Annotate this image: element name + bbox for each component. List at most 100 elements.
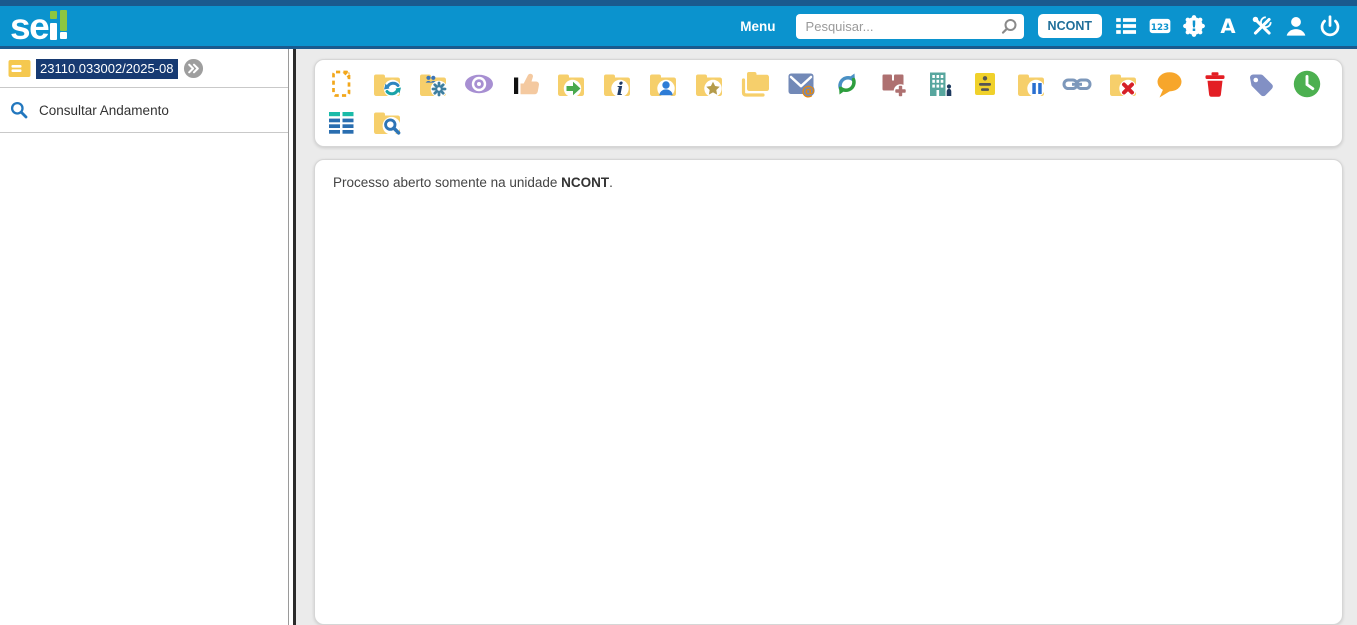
favorite-process-button[interactable] bbox=[693, 68, 725, 100]
panel-list-button[interactable] bbox=[1112, 13, 1139, 40]
folder-refresh-button[interactable] bbox=[371, 68, 403, 100]
delete-process-button[interactable] bbox=[1199, 68, 1231, 100]
tag-process-icon bbox=[1250, 74, 1273, 97]
folder-refresh-icon bbox=[374, 74, 402, 98]
close-process-button[interactable] bbox=[1107, 68, 1139, 100]
menu-link[interactable]: Menu bbox=[740, 19, 775, 34]
sidebar-divider bbox=[0, 132, 288, 133]
link-process-button[interactable] bbox=[1061, 68, 1093, 100]
sidebar-item-consultar-andamento[interactable]: Consultar Andamento bbox=[0, 88, 288, 132]
tag-process-button[interactable] bbox=[1245, 68, 1277, 100]
svg-text:123: 123 bbox=[1150, 23, 1168, 33]
assign-process-button[interactable] bbox=[647, 68, 679, 100]
close-process-icon bbox=[1110, 74, 1137, 98]
consultar-andamento-label: Consultar Andamento bbox=[39, 102, 169, 118]
svg-text:@: @ bbox=[801, 83, 815, 99]
process-folder-icon bbox=[8, 60, 31, 77]
duplicate-process-icon bbox=[741, 72, 769, 97]
alert-badge-icon: ! bbox=[1182, 15, 1205, 37]
annotation-button[interactable] bbox=[969, 68, 1001, 100]
process-content-area: Processo aberto somente na unidade NCONT… bbox=[314, 159, 1343, 625]
view-process-icon bbox=[465, 74, 493, 94]
double-chevron-icon bbox=[183, 58, 203, 79]
send-email-button[interactable]: @ bbox=[785, 68, 817, 100]
process-tree-root-row: 23110.033002/2025-08 bbox=[0, 49, 288, 87]
deadline-clock-button[interactable] bbox=[1291, 68, 1323, 100]
main-panel: i @ Processo aberto somente na unidade NC… bbox=[296, 49, 1357, 625]
annotation-icon bbox=[975, 73, 995, 95]
assign-process-icon bbox=[650, 74, 676, 98]
add-to-block-button[interactable] bbox=[877, 68, 909, 100]
organization-unit-button[interactable] bbox=[923, 68, 955, 100]
svg-text:i: i bbox=[617, 79, 624, 100]
process-info-button[interactable]: i bbox=[601, 68, 633, 100]
update-andamento-icon bbox=[838, 73, 856, 95]
send-email-icon: @ bbox=[788, 73, 815, 99]
power-button[interactable] bbox=[1316, 13, 1343, 40]
tools-icon bbox=[1252, 16, 1272, 35]
current-unit-button[interactable]: NCONT bbox=[1037, 14, 1102, 38]
header: se Menu NCONT 123! A bbox=[0, 6, 1357, 49]
font-size-icon: A bbox=[1220, 15, 1236, 38]
logo-exclamation bbox=[60, 9, 68, 43]
suspend-process-button[interactable] bbox=[1015, 68, 1047, 100]
toolbar-row-2 bbox=[325, 106, 1332, 138]
comment-button[interactable] bbox=[1153, 68, 1185, 100]
svg-text:A: A bbox=[1220, 15, 1236, 38]
delete-process-icon bbox=[1205, 72, 1225, 97]
user-profile-icon bbox=[1286, 17, 1305, 36]
search-in-process-icon bbox=[374, 112, 401, 135]
alert-badge-button[interactable]: ! bbox=[1180, 13, 1207, 40]
panel-list-icon bbox=[1115, 18, 1136, 34]
numbers-123-button[interactable]: 123 bbox=[1146, 13, 1173, 40]
add-document-icon bbox=[332, 70, 351, 97]
sei-logo[interactable]: se bbox=[10, 6, 68, 47]
logo-text: se bbox=[10, 6, 50, 47]
search-box bbox=[795, 13, 1024, 39]
manage-access-button[interactable] bbox=[417, 68, 449, 100]
search-icon bbox=[1001, 18, 1017, 34]
svg-text:!: ! bbox=[1190, 19, 1196, 35]
search-in-process-button[interactable] bbox=[371, 106, 403, 138]
search-input[interactable] bbox=[795, 13, 1024, 39]
view-process-button[interactable] bbox=[463, 68, 495, 100]
process-number-link[interactable]: 23110.033002/2025-08 bbox=[36, 58, 178, 79]
tools-button[interactable] bbox=[1248, 13, 1275, 40]
search-submit-button[interactable] bbox=[998, 16, 1020, 38]
status-message-prefix: Processo aberto somente na unidade bbox=[333, 175, 562, 190]
comment-icon bbox=[1157, 72, 1182, 98]
duplicate-process-button[interactable] bbox=[739, 68, 771, 100]
process-status-message: Processo aberto somente na unidade NCONT… bbox=[333, 175, 1324, 190]
user-profile-button[interactable] bbox=[1282, 13, 1309, 40]
font-size-button[interactable]: A bbox=[1214, 13, 1241, 40]
power-icon bbox=[1320, 15, 1339, 37]
logo-green-dot bbox=[50, 11, 58, 19]
deadline-clock-icon bbox=[1293, 70, 1321, 98]
process-tree-sidebar: 23110.033002/2025-08 Consultar Andamento bbox=[0, 49, 288, 625]
favorite-process-icon bbox=[696, 74, 722, 98]
expand-tree-button[interactable] bbox=[183, 58, 204, 79]
organization-unit-icon bbox=[930, 72, 952, 96]
logo-letter-i bbox=[50, 9, 58, 43]
list-view-icon bbox=[329, 112, 354, 134]
sidebar-splitter[interactable] bbox=[288, 49, 296, 625]
update-andamento-button[interactable] bbox=[831, 68, 863, 100]
send-process-button[interactable] bbox=[555, 68, 587, 100]
process-info-icon: i bbox=[604, 74, 630, 100]
magnifier-icon bbox=[10, 101, 28, 119]
header-icon-group: 123! A bbox=[1112, 13, 1343, 40]
toolbar-row-1: i @ bbox=[325, 68, 1332, 100]
body-row: 23110.033002/2025-08 Consultar Andamento… bbox=[0, 49, 1357, 625]
acknowledge-button[interactable] bbox=[509, 68, 541, 100]
add-document-button[interactable] bbox=[325, 68, 357, 100]
add-to-block-icon bbox=[882, 74, 908, 98]
list-view-button[interactable] bbox=[325, 106, 357, 138]
numbers-123-icon: 123 bbox=[1149, 18, 1170, 34]
acknowledge-icon bbox=[514, 73, 540, 95]
status-message-suffix: . bbox=[609, 175, 613, 190]
header-right-group: Menu NCONT 123! A bbox=[740, 13, 1343, 40]
link-process-icon bbox=[1062, 78, 1092, 90]
suspend-process-icon bbox=[1018, 74, 1045, 98]
status-message-unit: NCONT bbox=[561, 175, 610, 190]
send-process-icon bbox=[558, 74, 584, 98]
